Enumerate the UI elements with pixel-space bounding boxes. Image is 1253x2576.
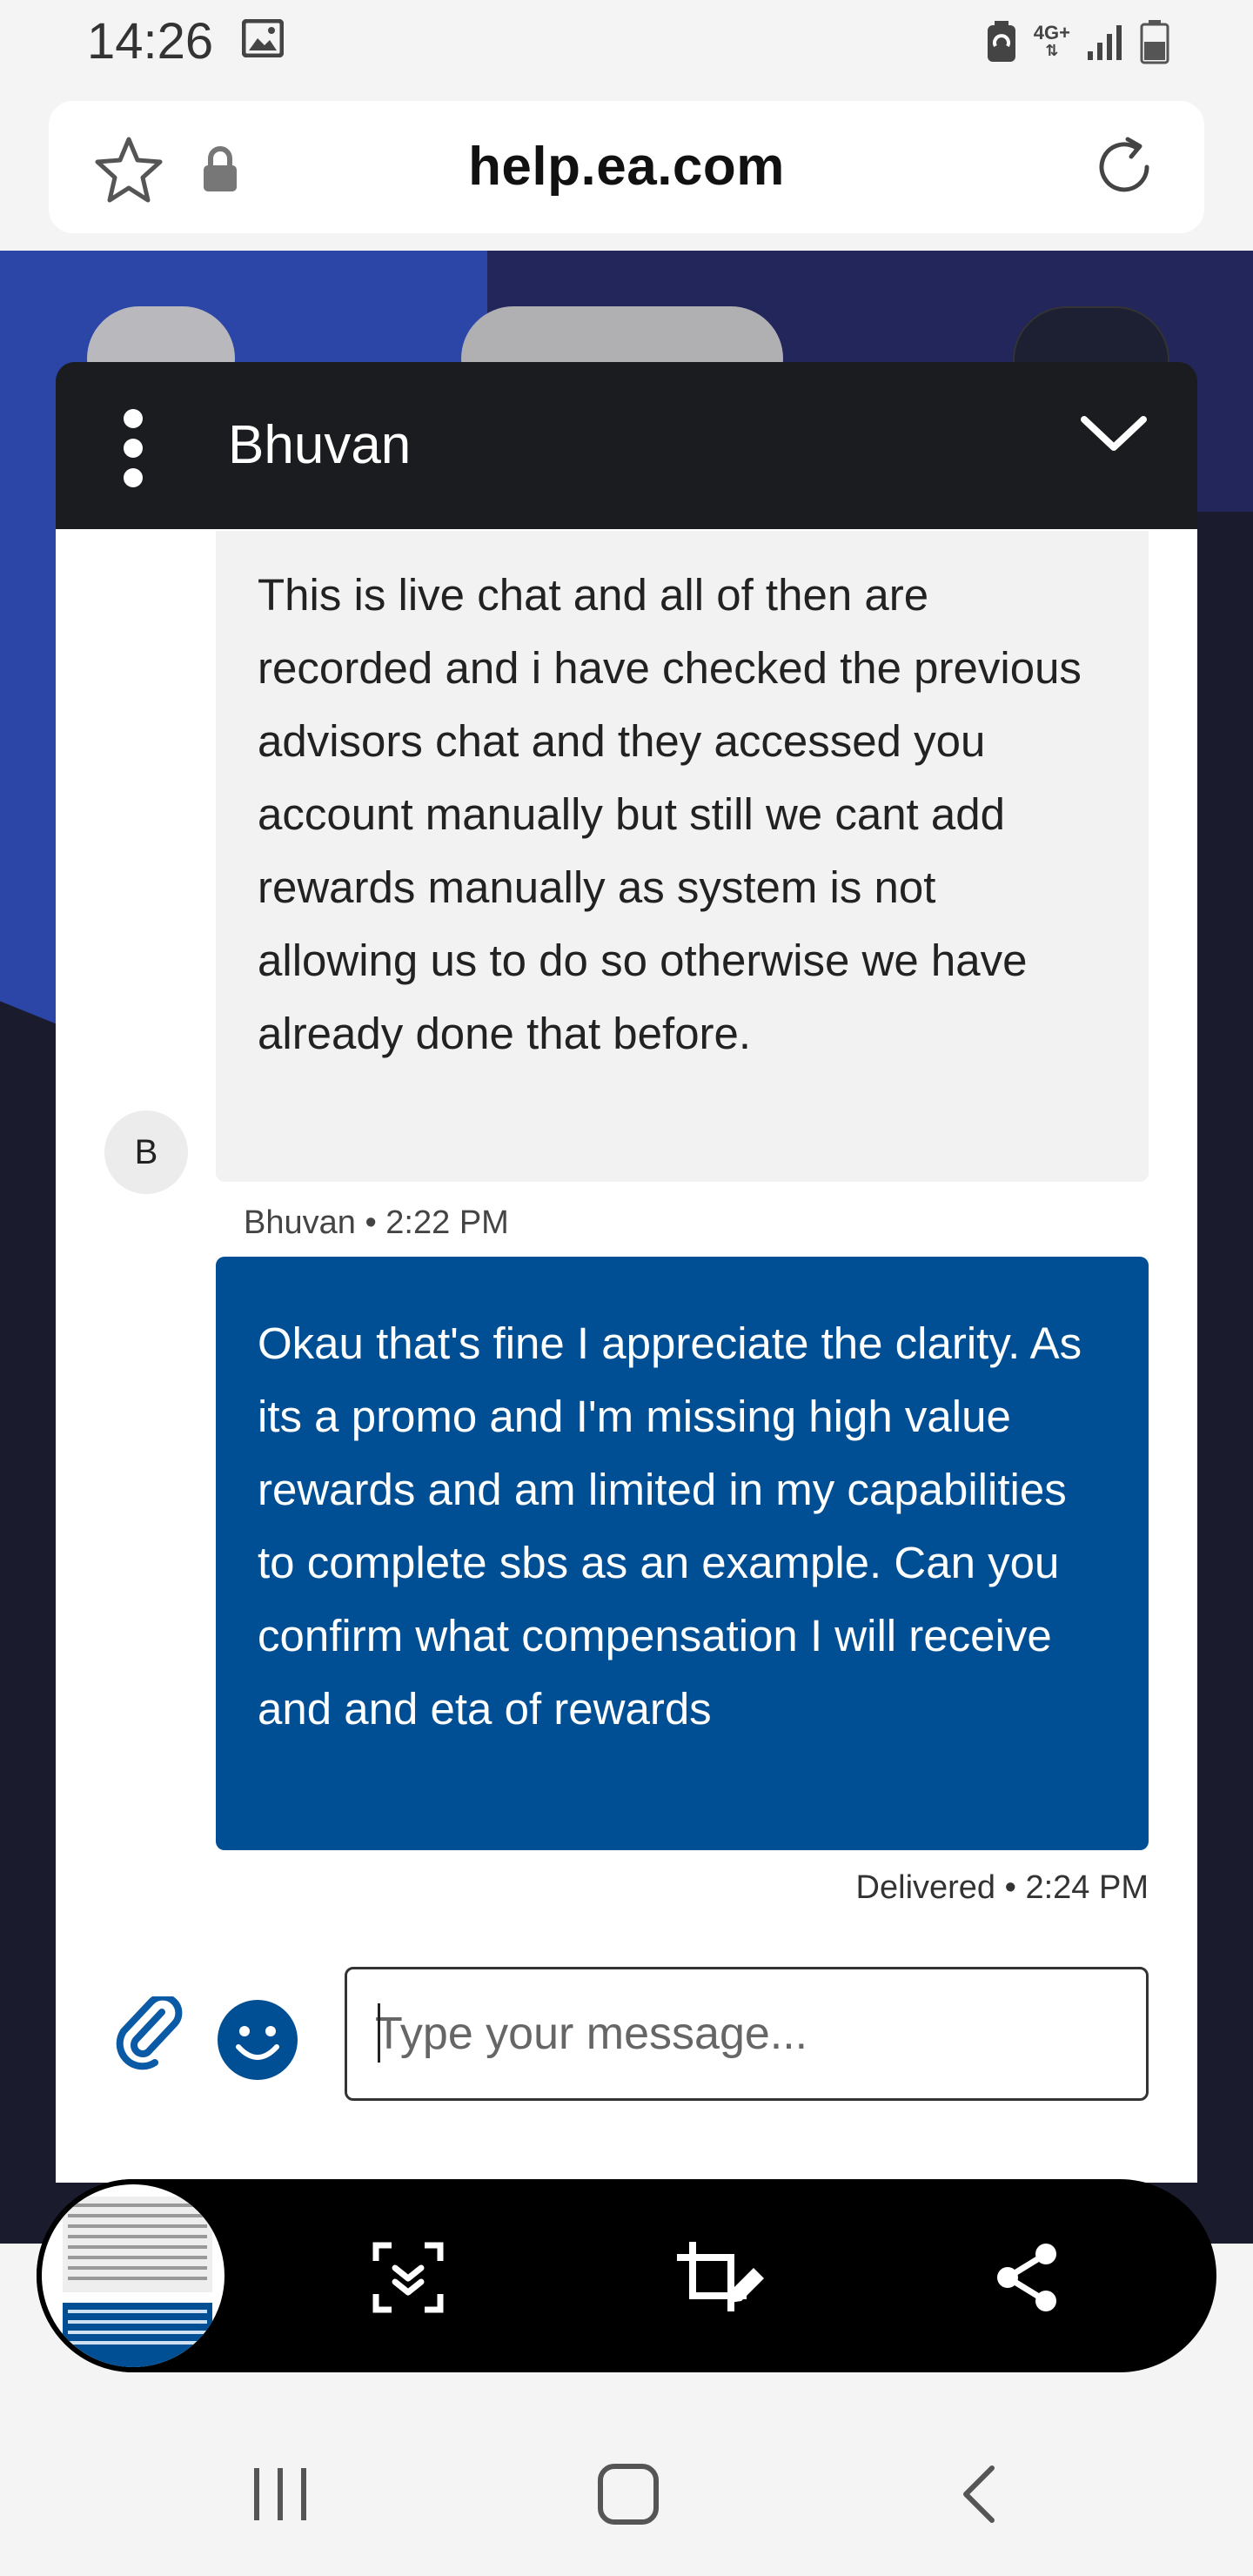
back-icon[interactable]: [945, 2459, 1015, 2529]
navigation-bar: [0, 2372, 1253, 2576]
avatar: B: [104, 1110, 188, 1194]
home-icon[interactable]: [593, 2459, 663, 2529]
network-type: 4G+ ⇅: [1033, 22, 1070, 60]
url-text[interactable]: help.ea.com: [49, 136, 1204, 198]
message-input[interactable]: [345, 1967, 1149, 2101]
more-options-icon[interactable]: [122, 409, 144, 487]
share-icon[interactable]: [988, 2238, 1067, 2317]
chat-header: [56, 362, 1197, 529]
emoji-icon[interactable]: [216, 1998, 299, 2082]
status-bar: 14:26 4G+ ⇅: [0, 0, 1253, 87]
chat-agent-name: Bhuvan: [228, 415, 412, 475]
data-saver-icon: [987, 21, 1015, 62]
gallery-icon: [242, 19, 284, 57]
agent-message-meta: Bhuvan • 2:22 PM: [244, 1204, 509, 1241]
battery-icon: [1140, 20, 1169, 64]
crop-edit-icon[interactable]: [673, 2238, 769, 2317]
scroll-capture-icon[interactable]: [369, 2238, 447, 2317]
refresh-icon[interactable]: [1089, 132, 1159, 202]
user-message-meta: Delivered • 2:24 PM: [855, 1869, 1149, 1906]
screenshot-thumbnail[interactable]: [37, 2179, 230, 2372]
agent-message-bubble: This is live chat and all of then are re…: [216, 531, 1149, 1182]
user-message-bubble: Okau that's fine I appreciate the clarit…: [216, 1257, 1149, 1850]
attachment-icon[interactable]: [110, 1996, 184, 2071]
address-bar[interactable]: help.ea.com: [49, 101, 1204, 233]
chevron-down-icon[interactable]: [1075, 404, 1152, 465]
text-cursor: [378, 2003, 380, 2063]
status-icons: 4G+ ⇅: [985, 16, 1169, 68]
recent-apps-icon[interactable]: [245, 2459, 315, 2529]
signal-icon: [1088, 25, 1122, 60]
status-time: 14:26: [87, 13, 214, 70]
